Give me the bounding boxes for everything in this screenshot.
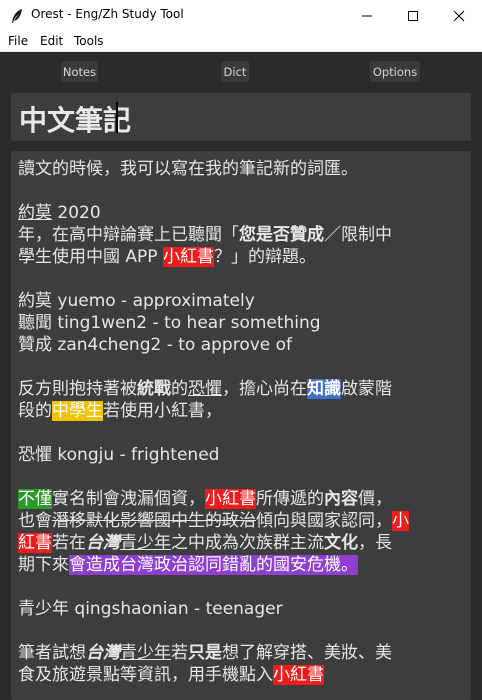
notes-button[interactable]: Notes — [61, 61, 98, 82]
red-highlight: 小紅書 — [205, 489, 256, 509]
note-title: 中文筆記 — [19, 104, 132, 137]
bold-text: 統戰 — [137, 379, 171, 399]
note-line: 讀文的時候，我可以寫在我的筆記新的詞匯。 — [18, 158, 464, 180]
bold-text: 內容 — [324, 489, 358, 509]
purple-highlight: 會造成台灣政治認同錯亂的國安危機。 — [69, 555, 358, 575]
notes-text-area[interactable]: 讀文的時候，我可以寫在我的筆記新的詞匯。 約莫 2020 年，在高中辯論賽上已聽… — [11, 151, 471, 700]
vocab-entry: 約莫 yuemo - approximately — [18, 290, 464, 312]
note-line: 段的中學生若使用小紅書， — [18, 400, 464, 422]
menu-tools[interactable]: Tools — [74, 34, 104, 48]
text-span: ／限制中 — [324, 225, 392, 245]
minimize-icon — [362, 15, 372, 17]
text-span: 2020 — [52, 203, 101, 223]
underlined-word: 約莫 — [18, 203, 52, 223]
green-highlight: 不僅 — [18, 489, 52, 509]
close-icon — [453, 10, 465, 22]
text-span: 想了解穿搭、美妝、美 — [222, 643, 392, 663]
note-line: 反方則抱持著被統戰的恐懼，擔心尚在知識啟蒙階 — [18, 378, 464, 400]
text-span: 的 — [171, 379, 188, 399]
text-span: ，長 — [358, 533, 392, 553]
feather-icon — [12, 9, 22, 23]
red-highlight: 小 — [392, 511, 409, 531]
window-title: Orest - Eng/Zh Study Tool — [31, 7, 184, 21]
text-span: 反方則抱持著被 — [18, 379, 137, 399]
maximize-button[interactable] — [390, 0, 436, 32]
text-span: 也會 — [18, 511, 52, 531]
vocab-entry: 青少年 qingshaonian - teenager — [18, 598, 464, 620]
text-span: 青少年 qingshaonian - teenager — [18, 599, 283, 619]
strikethrough-text: 潛移默化影響國中生的政治 — [52, 511, 256, 531]
note-line: 年，在高中辯論賽上已聽聞「您是否贊成／限制中 — [18, 224, 464, 246]
bold-text: 文化 — [324, 533, 358, 553]
vocab-entry: 聽聞 ting1wen2 - to hear something — [18, 312, 464, 334]
close-button[interactable] — [436, 0, 482, 32]
underlined-word: 恐懼 — [188, 379, 222, 399]
text-span: 傾向與國家認同， — [256, 511, 392, 531]
options-button[interactable]: Options — [370, 61, 420, 82]
underlined-word: 青少年 — [120, 643, 171, 663]
text-span: 若使用小紅書， — [103, 401, 222, 421]
text-span: 約莫 yuemo - approximately — [18, 291, 255, 311]
red-highlight: 小紅書 — [273, 665, 324, 685]
text-caret — [116, 102, 118, 133]
menu-file[interactable]: File — [8, 34, 28, 48]
text-span: ？」的辯題。 — [213, 247, 316, 267]
minimize-button[interactable] — [344, 0, 390, 32]
text-span: 所傳遞的 — [256, 489, 324, 509]
text-span: 之中成為次族群主流 — [171, 533, 324, 553]
blue-highlight: 知識 — [307, 379, 341, 399]
text-span: 若在 — [52, 533, 86, 553]
bold-italic-text: 台灣 — [86, 533, 120, 553]
text-span: 段的 — [18, 401, 52, 421]
text-span: 贊成 zan4cheng2 - to approve of — [18, 335, 293, 355]
text-span: 讀文的時候，我可以寫在我的筆記新的詞匯。 — [18, 159, 358, 179]
text-span: 學生使用中國 APP — [18, 247, 163, 267]
red-highlight: 紅書 — [18, 533, 52, 553]
bold-text: 只是 — [188, 643, 222, 663]
menu-bar: File Edit Tools — [0, 32, 482, 52]
dict-button[interactable]: Dict — [221, 61, 249, 82]
bold-text: 您是否贊成 — [239, 225, 324, 245]
title-bar[interactable]: Orest - Eng/Zh Study Tool — [0, 0, 482, 32]
note-line: 也會潛移默化影響國中生的政治傾向與國家認同，小 — [18, 510, 464, 532]
bold-italic-text: 台灣 — [86, 643, 120, 663]
text-span: 若 — [171, 643, 188, 663]
note-line: 學生使用中國 APP 小紅書？」的辯題。 — [18, 246, 464, 268]
note-line: 食及旅遊景點等資訊，用手機點入小紅書 — [18, 664, 464, 686]
note-line: 期下來會造成台灣政治認同錯亂的國安危機。 — [18, 554, 464, 576]
notes-content: 讀文的時候，我可以寫在我的筆記新的詞匯。 約莫 2020 年，在高中辯論賽上已聽… — [18, 158, 464, 686]
note-line: 不僅實名制會洩漏個資，小紅書所傳遞的內容價， — [18, 488, 464, 510]
underlined-word: 青少年 — [120, 533, 171, 553]
text-span: 食及旅遊景點等資訊，用手機點入 — [18, 665, 273, 685]
text-span: 價， — [358, 489, 392, 509]
red-highlight: 小紅書 — [162, 247, 214, 267]
text-span: 筆者試想 — [18, 643, 86, 663]
text-span: 啟蒙階 — [341, 379, 392, 399]
note-line: 約莫 2020 — [18, 202, 464, 224]
maximize-icon — [408, 11, 418, 21]
text-span: 聽聞 ting1wen2 - to hear something — [18, 313, 321, 333]
yellow-highlight: 中學生 — [52, 401, 103, 421]
text-span: 實名制會洩漏個資， — [52, 489, 205, 509]
toolbar: Notes Dict Options — [0, 52, 482, 90]
app-window: Orest - Eng/Zh Study Tool File Edit Tool… — [0, 0, 482, 700]
note-line: 紅書若在台灣青少年之中成為次族群主流文化，長 — [18, 532, 464, 554]
text-span: 年，在高中辯論賽上已聽聞「 — [18, 225, 239, 245]
text-span: 恐懼 kongju - frightened — [18, 445, 220, 465]
text-span: 期下來 — [18, 555, 69, 575]
vocab-entry: 恐懼 kongju - frightened — [18, 444, 464, 466]
text-span: ，擔心尚在 — [222, 379, 307, 399]
menu-edit[interactable]: Edit — [40, 34, 63, 48]
note-title-field[interactable]: 中文筆記 — [11, 93, 471, 141]
note-line: 筆者試想台灣青少年若只是想了解穿搭、美妝、美 — [18, 642, 464, 664]
vocab-entry: 贊成 zan4cheng2 - to approve of — [18, 334, 464, 356]
